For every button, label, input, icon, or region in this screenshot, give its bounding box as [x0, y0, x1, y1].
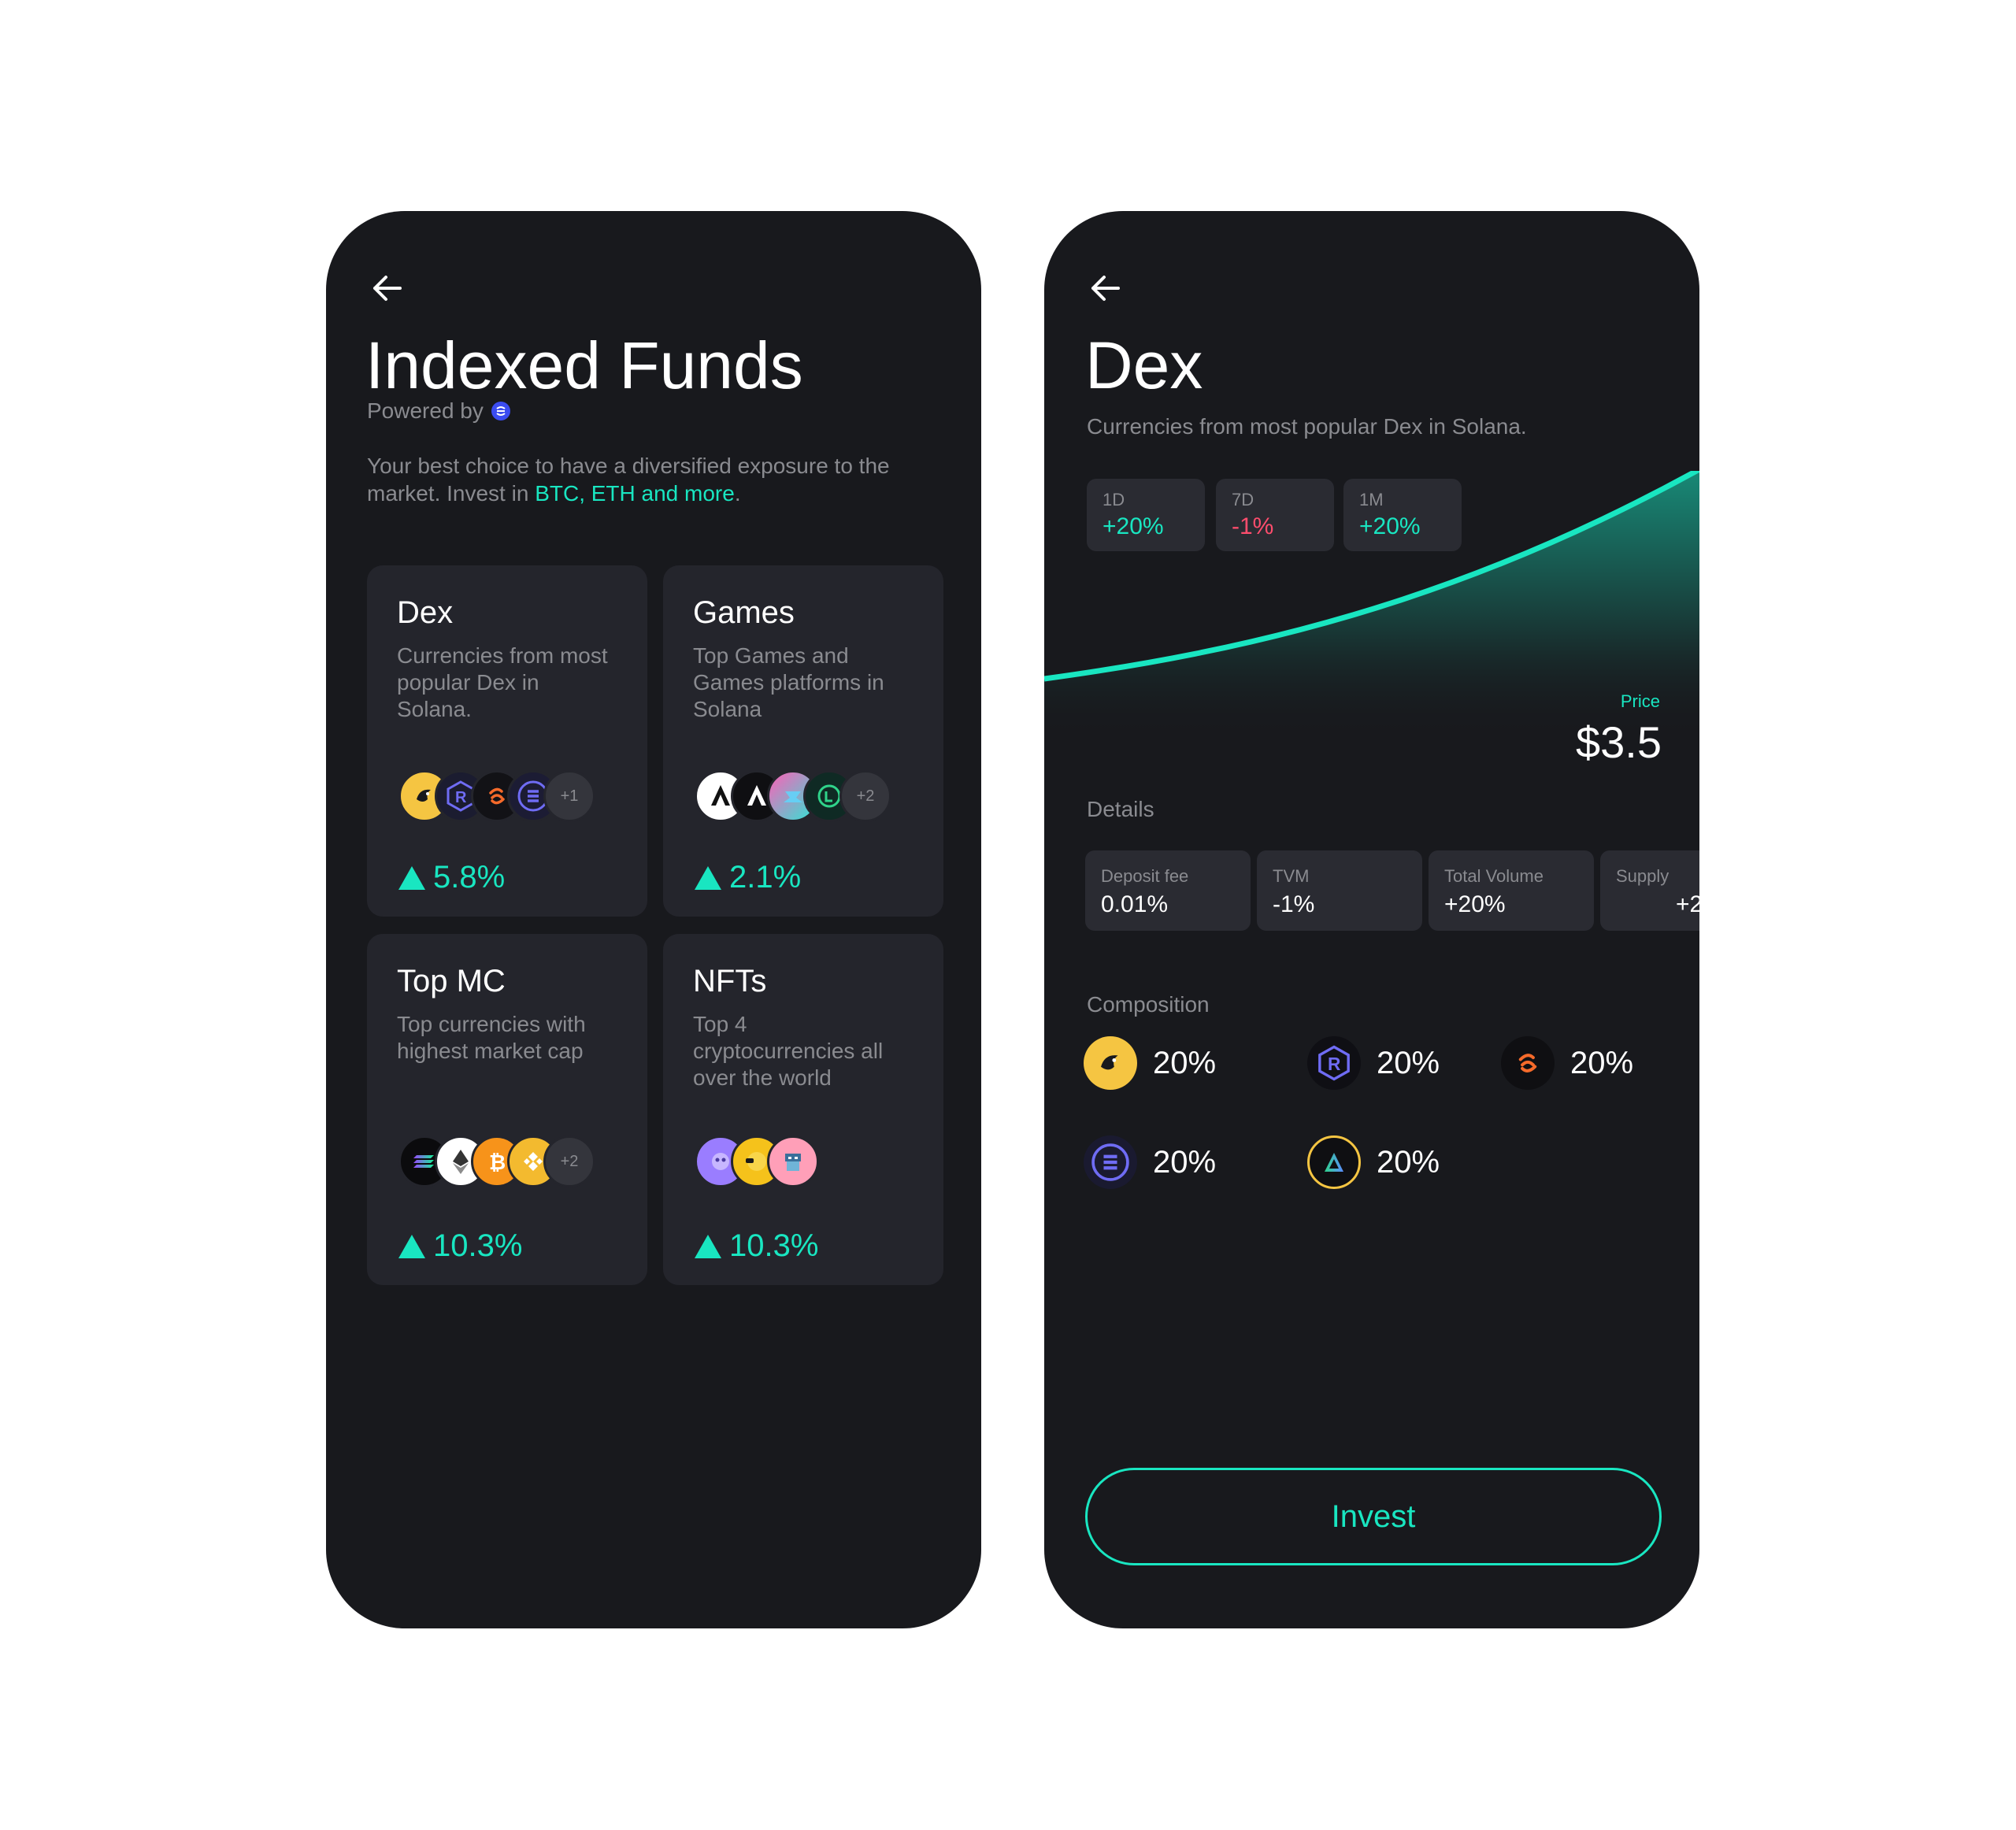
svg-text:R: R — [455, 789, 467, 806]
fund-change-value: 5.8% — [433, 860, 506, 895]
svg-text:R: R — [1328, 1054, 1340, 1074]
detail-label: Total Volume — [1444, 866, 1544, 886]
fund-change: 2.1% — [695, 860, 801, 895]
more-coins-count: +1 — [543, 770, 595, 822]
back-arrow-icon[interactable] — [365, 266, 410, 310]
period-7d[interactable]: 7D -1% — [1216, 479, 1334, 551]
back-arrow-icon[interactable] — [1084, 266, 1128, 310]
detail-deposit-fee: Deposit fee 0.01% — [1085, 850, 1251, 931]
composition-item-raydium: R 20% — [1307, 1036, 1440, 1090]
up-triangle-icon — [398, 865, 425, 890]
solend-logo-icon — [491, 402, 510, 420]
saber-icon — [1084, 1135, 1137, 1189]
powered-by-label: Powered by — [367, 398, 484, 423]
intro-text: Your best choice to have a diversified e… — [367, 452, 934, 507]
fund-description: Top currencies with highest market cap — [397, 1012, 586, 1063]
detail-label: Deposit fee — [1101, 866, 1189, 886]
fund-title: Games — [693, 595, 795, 630]
detail-label: TVM — [1273, 866, 1310, 886]
composition-percent: 20% — [1153, 1144, 1217, 1180]
fund-coins: R +1 — [398, 770, 595, 822]
up-triangle-icon — [695, 865, 721, 890]
page-title: Dex — [1085, 328, 1203, 402]
fund-card-games[interactable]: Games Top Games and Games platforms in S… — [663, 565, 943, 917]
fund-card-dex[interactable]: Dex Currencies from most popular Dex in … — [367, 565, 647, 917]
period-1m[interactable]: 1M +20% — [1343, 479, 1462, 551]
detail-value: 0.01% — [1101, 891, 1169, 917]
composition-item-saber: 20% — [1084, 1135, 1216, 1189]
indexed-funds-screen: Indexed Funds Powered by Your best choic… — [326, 211, 981, 1628]
price-label: Price — [1620, 691, 1660, 711]
fund-title: Top MC — [397, 964, 506, 998]
period-label: 1M — [1359, 490, 1384, 509]
composition-percent: 20% — [1153, 1045, 1217, 1080]
period-1d[interactable]: 1D +20% — [1087, 479, 1205, 551]
fund-change: 10.3% — [695, 1228, 818, 1264]
period-label: 7D — [1232, 490, 1254, 509]
period-value: +20% — [1102, 513, 1164, 539]
detail-supply: Supply +20% — [1600, 850, 1699, 931]
detail-value: +20% — [1444, 891, 1506, 917]
composition-item-orca: 20% — [1084, 1036, 1216, 1090]
nft-pink-icon — [767, 1135, 819, 1187]
fund-description: Currencies from most popular Dex in Sola… — [397, 643, 608, 721]
period-value: -1% — [1232, 513, 1274, 539]
page-title: Indexed Funds — [365, 328, 803, 402]
page-subtitle: Currencies from most popular Dex in Sola… — [1087, 414, 1527, 439]
fund-card-top-mc[interactable]: Top MC Top currencies with highest marke… — [367, 934, 647, 1285]
fund-change-value: 10.3% — [433, 1228, 523, 1263]
up-triangle-icon — [695, 1234, 721, 1258]
invest-button[interactable]: Invest — [1085, 1468, 1662, 1565]
more-coins-count: +2 — [543, 1135, 595, 1187]
fund-description: Top 4 cryptocurrencies all over the worl… — [693, 1012, 884, 1090]
fund-title: Dex — [397, 595, 454, 630]
fund-coins: +2 — [695, 770, 891, 822]
details-heading: Details — [1087, 797, 1154, 821]
fund-coins: ₿ +2 — [398, 1135, 595, 1187]
detail-value: +20% — [1676, 891, 1699, 917]
fund-change: 5.8% — [398, 860, 505, 895]
composition-percent: 20% — [1377, 1144, 1440, 1180]
price-value: $3.5 — [1576, 717, 1662, 767]
fund-change: 10.3% — [398, 1228, 522, 1264]
period-value: +20% — [1359, 513, 1421, 539]
fund-change-value: 10.3% — [729, 1228, 819, 1263]
fund-title: NFTs — [693, 964, 767, 998]
composition-percent: 20% — [1570, 1045, 1634, 1080]
dex-fund-detail-screen: Dex Currencies from most popular Dex in … — [1044, 211, 1699, 1628]
fund-change-value: 2.1% — [729, 860, 802, 895]
detail-value: -1% — [1273, 891, 1315, 917]
intro-end: . — [734, 481, 741, 506]
period-label: 1D — [1102, 490, 1125, 509]
more-coins-count: +2 — [839, 770, 891, 822]
detail-label: Supply — [1616, 866, 1670, 886]
up-triangle-icon — [398, 1234, 425, 1258]
composition-item-atlas: 20% — [1307, 1135, 1440, 1189]
orca-icon — [1084, 1036, 1137, 1090]
serum-icon — [1501, 1036, 1555, 1090]
fund-card-nfts[interactable]: NFTs Top 4 cryptocurrencies all over the… — [663, 934, 943, 1285]
composition-percent: 20% — [1377, 1045, 1440, 1080]
composition-heading: Composition — [1087, 992, 1210, 1017]
powered-by: Powered by — [367, 398, 510, 424]
fund-description: Top Games and Games platforms in Solana — [693, 643, 884, 721]
raydium-icon: R — [1307, 1036, 1361, 1090]
svg-text:₿: ₿ — [489, 1150, 506, 1174]
detail-total-volume: Total Volume +20% — [1429, 850, 1594, 931]
detail-tvm: TVM -1% — [1257, 850, 1422, 931]
composition-item-serum: 20% — [1501, 1036, 1633, 1090]
fund-coins — [695, 1135, 819, 1187]
intro-highlight: BTC, ETH and more — [535, 481, 735, 506]
atlas-icon — [1307, 1135, 1361, 1189]
